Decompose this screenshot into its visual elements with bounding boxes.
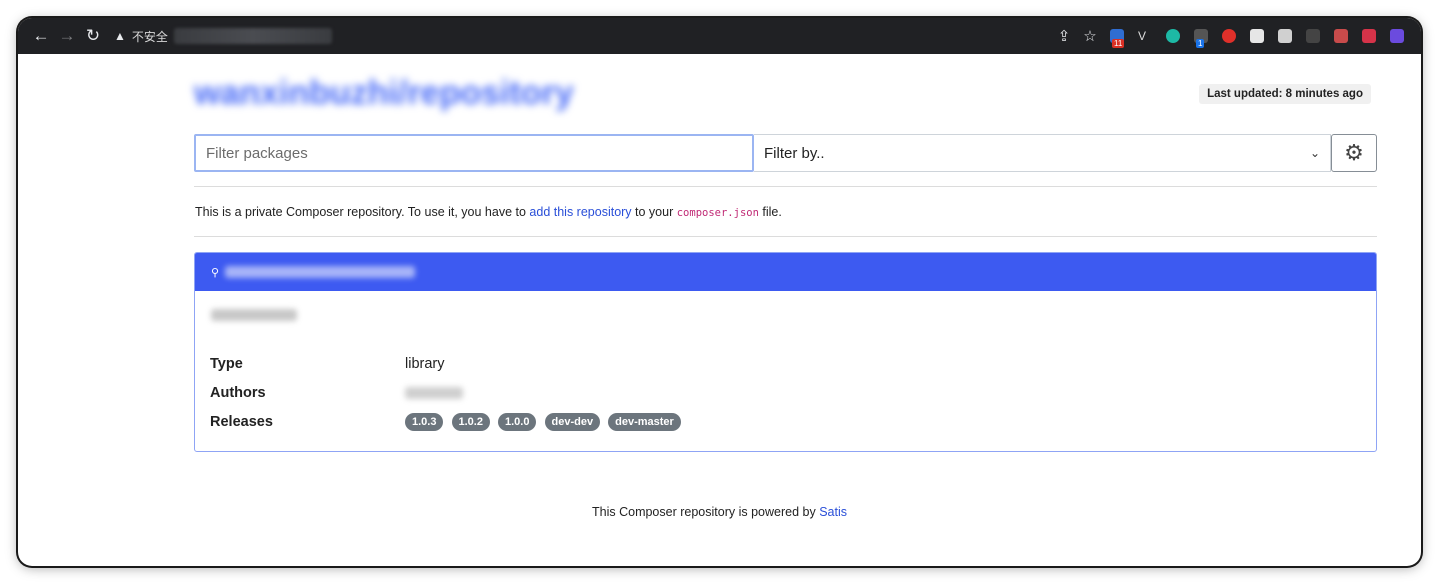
url-text-blurred [173,28,332,44]
filter-bar: Filter by.. ⌄ ⚙ [194,134,1377,172]
package-card: ⚲ Type library Authors Releases 1.0.3 1.… [194,252,1377,452]
divider [194,186,1377,187]
extension-icon[interactable]: 11 [1110,29,1125,48]
extension-icon[interactable] [1390,29,1404,43]
share-icon[interactable]: ⇪ [1051,23,1077,49]
release-badge[interactable]: dev-dev [544,412,601,431]
footer: This Composer repository is powered by S… [18,505,1421,519]
warning-icon: ▲ [114,29,126,43]
satis-link[interactable]: Satis [819,505,847,519]
add-repository-link[interactable]: add this repository [529,205,631,219]
page-content: wanxinbuzhi/repository Last updated: 8 m… [18,54,1421,566]
address-bar[interactable]: ▲ 不安全 [114,28,332,45]
package-name-blurred [225,266,416,278]
info-middle: to your [631,205,677,219]
extension-icon[interactable]: 1 [1194,29,1208,48]
authors-label: Authors [210,384,266,401]
filter-by-select[interactable]: Filter by.. ⌄ [754,134,1331,172]
repo-title[interactable]: wanxinbuzhi/repository [194,74,574,113]
filter-packages-input[interactable] [194,134,754,172]
type-row: Type library [210,349,685,378]
release-badge[interactable]: 1.0.3 [405,412,444,431]
extension-icon[interactable] [1166,29,1180,43]
releases-list: 1.0.3 1.0.2 1.0.0 dev-dev dev-master [405,412,685,431]
release-badge[interactable]: 1.0.0 [498,412,537,431]
release-badge[interactable]: dev-master [608,412,681,431]
browser-window: ← → ↻ ▲ 不安全 ⇪ ☆ 11 V 1 wanxinbuzhi/repos… [18,18,1421,566]
extension-icon[interactable] [1250,29,1264,43]
extension-icon[interactable] [1334,29,1348,43]
filter-by-label: Filter by.. [764,144,825,162]
release-badge[interactable]: 1.0.2 [451,412,490,431]
extension-icon[interactable] [1278,29,1292,43]
authors-row: Authors [210,378,685,407]
composer-json-code: composer.json [676,207,759,219]
info-prefix: This is a private Composer repository. T… [195,205,530,219]
extension-icon[interactable] [1362,29,1376,43]
info-suffix: file. [758,205,782,219]
divider [194,236,1377,237]
back-icon[interactable]: ← [28,23,54,49]
author-name-blurred [405,386,463,399]
settings-button[interactable]: ⚙ [1331,134,1377,172]
last-updated-badge: Last updated: 8 minutes ago [1199,84,1371,104]
extension-icon[interactable] [1306,29,1320,43]
vue-devtools-icon[interactable]: V [1138,29,1152,43]
reload-icon[interactable]: ↻ [80,23,106,49]
insecure-label: 不安全 [131,29,168,44]
type-value: library [405,355,445,372]
gear-icon: ⚙ [1344,140,1364,165]
extension-badge: 11 [1112,39,1125,48]
extension-icon[interactable] [1222,29,1236,43]
package-meta: Type library Authors Releases 1.0.3 1.0.… [210,349,685,436]
chevron-down-icon: ⌄ [1309,146,1320,160]
repository-info: This is a private Composer repository. T… [195,205,782,219]
search-icon: ⚲ [211,266,220,279]
bookmark-star-icon[interactable]: ☆ [1077,23,1103,49]
releases-row: Releases 1.0.3 1.0.2 1.0.0 dev-dev dev-m… [210,407,685,436]
browser-toolbar: ← → ↻ ▲ 不安全 ⇪ ☆ 11 V 1 [18,18,1421,54]
footer-text: This Composer repository is powered by [592,505,820,519]
type-label: Type [210,355,243,372]
package-header[interactable]: ⚲ [195,253,1376,291]
extension-badge: 1 [1196,39,1205,48]
forward-icon[interactable]: → [54,23,80,49]
releases-label: Releases [210,413,273,430]
package-description-blurred [211,309,297,321]
